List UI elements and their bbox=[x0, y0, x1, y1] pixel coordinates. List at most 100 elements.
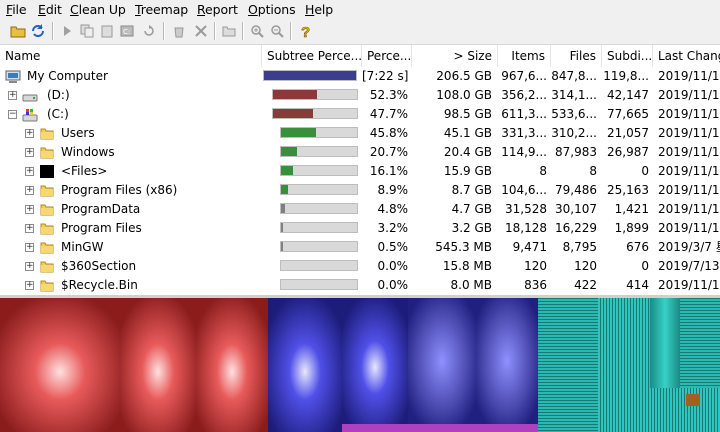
tree-row[interactable]: + $360Section 0.0% 15.8 MB 120 120 0 2019/7/13 … bbox=[0, 257, 720, 276]
menu-bar: File Edit Clean Up Treemap Report Options Help bbox=[0, 0, 720, 18]
row-last-change: 2019/7/13 星 bbox=[658, 259, 720, 273]
drive-icon bbox=[22, 89, 38, 102]
tree-row[interactable]: + ProgramData 4.8% 4.7 GB 31,528 30,107 1,421 2… bbox=[0, 200, 720, 219]
folder-icon bbox=[40, 222, 54, 235]
reload-icon[interactable] bbox=[140, 22, 158, 40]
collapse-icon[interactable]: − bbox=[8, 110, 17, 119]
row-files: 847,8... bbox=[551, 69, 597, 83]
treemap-tile-windows-3 bbox=[650, 298, 680, 388]
paste-icon[interactable] bbox=[98, 22, 116, 40]
subtree-percent-bar bbox=[272, 108, 358, 119]
menu-help[interactable]: Help bbox=[305, 2, 333, 17]
column-items[interactable]: Items bbox=[498, 45, 551, 67]
copy-icon[interactable] bbox=[78, 22, 96, 40]
row-size: 15.9 GB bbox=[443, 164, 492, 178]
menu-edit[interactable]: Edit bbox=[38, 2, 62, 17]
svg-text:C:: C: bbox=[123, 28, 130, 36]
row-last-change: 2019/11/15 bbox=[658, 126, 720, 140]
treemap-tile-windows-4 bbox=[680, 298, 720, 388]
row-percent: 20.7% bbox=[369, 145, 408, 159]
row-subdirs: 1,421 bbox=[614, 202, 649, 216]
row-percent: 47.7% bbox=[369, 107, 408, 121]
subtree-percent-bar bbox=[280, 203, 358, 214]
tree-row[interactable]: + Program Files (x86) 8.9% 8.7 GB 104,6... 79… bbox=[0, 181, 720, 200]
tree-row[interactable]: − (C:) 47.7% 98.5 GB 611,3... 533,6... 77,665 2… bbox=[0, 105, 720, 124]
column-size[interactable]: > Size bbox=[412, 45, 498, 67]
expand-icon[interactable]: + bbox=[25, 167, 34, 176]
command-icon[interactable]: C: bbox=[118, 22, 136, 40]
row-files: 310,2... bbox=[551, 126, 597, 140]
row-percent: 8.9% bbox=[377, 183, 409, 197]
new-folder-icon[interactable] bbox=[220, 22, 238, 40]
column-percent[interactable]: Perce... bbox=[362, 45, 412, 67]
row-last-change: 2019/11/15 bbox=[658, 145, 720, 159]
row-items: 114,9... bbox=[501, 145, 547, 159]
row-name: $360Section bbox=[61, 259, 137, 273]
row-last-change: 2019/11/15 bbox=[658, 164, 720, 178]
row-last-change: 2019/11/15 bbox=[658, 221, 720, 235]
folder-icon bbox=[40, 203, 54, 216]
tree-row[interactable]: + Users 45.8% 45.1 GB 331,3... 310,2... 21,057… bbox=[0, 124, 720, 143]
expand-icon[interactable]: + bbox=[25, 186, 34, 195]
tree-row[interactable]: + $Recycle.Bin 0.0% 8.0 MB 836 422 414 2019/11/… bbox=[0, 276, 720, 295]
column-header: Name Subtree Perce... Perce... > Size It… bbox=[0, 45, 720, 68]
row-size: 206.5 GB bbox=[436, 69, 492, 83]
folder-icon bbox=[40, 279, 54, 292]
help-icon[interactable]: ? bbox=[297, 22, 315, 40]
column-subtree-percent[interactable]: Subtree Perce... bbox=[262, 45, 362, 67]
tree-row[interactable]: + Program Files 3.2% 3.2 GB 18,128 16,229 1,89… bbox=[0, 219, 720, 238]
zoom-out-icon[interactable] bbox=[268, 22, 286, 40]
row-percent: 16.1% bbox=[369, 164, 408, 178]
expand-icon[interactable]: + bbox=[25, 129, 34, 138]
row-percent: 45.8% bbox=[369, 126, 408, 140]
row-items: 967,6... bbox=[501, 69, 547, 83]
row-last-change: 2019/11/15 bbox=[658, 88, 720, 102]
delete-icon[interactable] bbox=[192, 22, 210, 40]
expand-icon[interactable]: + bbox=[25, 243, 34, 252]
expand-icon[interactable]: + bbox=[8, 91, 17, 100]
row-size: 4.7 GB bbox=[451, 202, 492, 216]
subtree-percent-fill bbox=[281, 204, 285, 213]
column-last-change[interactable]: Last Chang bbox=[653, 45, 720, 67]
subtree-percent-fill bbox=[264, 71, 356, 80]
toolbar-separator bbox=[214, 22, 216, 40]
expand-icon[interactable]: + bbox=[25, 224, 34, 233]
menu-options[interactable]: Options bbox=[248, 2, 296, 17]
treemap[interactable] bbox=[0, 298, 720, 432]
refresh-icon[interactable] bbox=[29, 22, 47, 40]
menu-report[interactable]: Report bbox=[197, 2, 238, 17]
treemap-tile-windows-2 bbox=[598, 298, 650, 432]
tree-row[interactable]: + (D:) 52.3% 108.0 GB 356,2... 314,1... 42,147… bbox=[0, 86, 720, 105]
tree-row[interactable]: + Windows 20.7% 20.4 GB 114,9... 87,983 26,987… bbox=[0, 143, 720, 162]
treemap-tile-d-3 bbox=[196, 298, 268, 432]
row-name: My Computer bbox=[27, 69, 108, 83]
open-icon[interactable] bbox=[9, 22, 27, 40]
tree-row[interactable]: My Computer [7:22 s] 206.5 GB 967,6... 847,8… bbox=[0, 67, 720, 86]
menu-clean-up[interactable]: Clean Up bbox=[70, 2, 126, 17]
tree-row[interactable]: + <Files> 16.1% 15.9 GB 8 8 0 2019/11/15 bbox=[0, 162, 720, 181]
recycle-icon[interactable] bbox=[170, 22, 188, 40]
svg-text:?: ? bbox=[301, 24, 310, 39]
column-name[interactable]: Name bbox=[0, 45, 262, 67]
subtree-percent-fill bbox=[281, 147, 297, 156]
play-icon[interactable] bbox=[58, 22, 76, 40]
subtree-percent-fill bbox=[273, 90, 317, 99]
column-subdirs[interactable]: Subdi... bbox=[602, 45, 653, 67]
menu-treemap[interactable]: Treemap bbox=[135, 2, 188, 17]
tree-row[interactable]: + MinGW 0.5% 545.3 MB 9,471 8,795 676 2019/3/7 … bbox=[0, 238, 720, 257]
row-name: MinGW bbox=[61, 240, 104, 254]
row-files: 533,6... bbox=[551, 107, 597, 121]
treemap-tile-users-5 bbox=[342, 424, 538, 432]
menu-file[interactable]: File bbox=[6, 2, 27, 17]
zoom-in-icon[interactable] bbox=[248, 22, 266, 40]
expand-icon[interactable]: + bbox=[25, 262, 34, 271]
row-subdirs: 0 bbox=[641, 259, 649, 273]
expand-icon[interactable]: + bbox=[25, 205, 34, 214]
row-size: 98.5 GB bbox=[443, 107, 492, 121]
column-files[interactable]: Files bbox=[551, 45, 602, 67]
row-size: 545.3 MB bbox=[435, 240, 492, 254]
expand-icon[interactable]: + bbox=[25, 281, 34, 290]
toolbar-separator bbox=[290, 22, 292, 40]
expand-icon[interactable]: + bbox=[25, 148, 34, 157]
row-size: 8.7 GB bbox=[451, 183, 492, 197]
